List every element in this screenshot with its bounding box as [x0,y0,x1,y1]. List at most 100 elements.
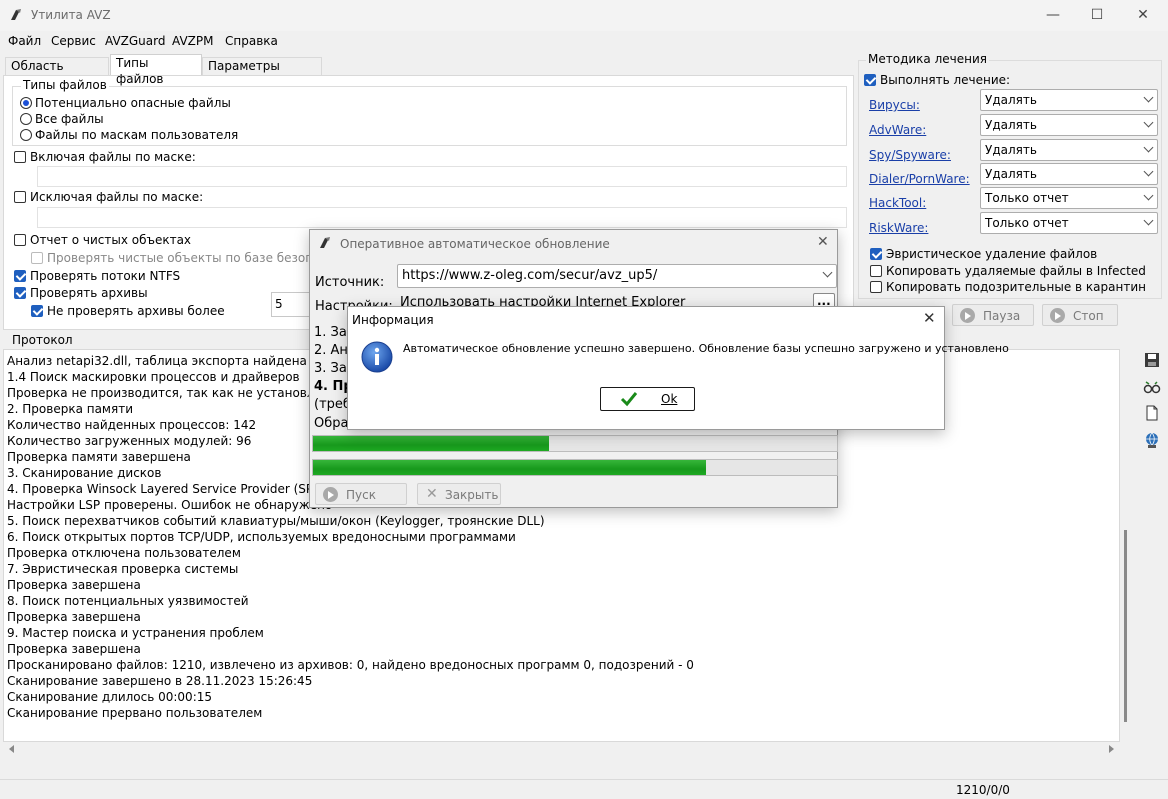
status-counts: 1210/0/0 [956,783,1010,797]
log-line: Сканирование прервано пользователем [7,706,263,720]
source-select[interactable]: https://www.z-oleg.com/secur/avz_up5/ [397,264,837,288]
dialer-action-select[interactable]: Удалять [980,163,1158,185]
chevron-down-icon [1143,117,1154,128]
log-line: 9. Мастер поиска и устранения проблем [7,626,264,640]
log-line: Проверка отключена пользователем [7,546,241,560]
tab-file-types[interactable]: Типы файлов [110,54,202,86]
hacktool-action-select[interactable]: Только отчет [980,187,1158,209]
view-icon[interactable] [1143,378,1161,396]
log-line: Проверка завершена [7,610,141,624]
copy-suspicious-checkbox[interactable] [870,281,882,293]
archives-checkbox[interactable] [14,287,26,299]
close-x-icon: ✕ [426,486,438,502]
check-clean-db-label: Проверять чистые объекты по базе безопас… [47,251,352,265]
file-types-legend: Типы файлов [21,78,109,92]
radio-potentially-dangerous[interactable] [20,97,32,109]
start-button[interactable]: Пуск [315,483,407,505]
play-icon [323,487,338,502]
ntfs-streams-checkbox[interactable] [14,270,26,282]
log-line: 5. Поиск перехватчиков событий клавиатур… [7,514,545,528]
pause-button[interactable]: Пауза [952,304,1034,326]
log-vertical-scrollbar[interactable] [1124,530,1127,722]
skip-archives-size-input[interactable]: 5 [271,292,311,317]
avz-main-window: Утилита AVZ — ☐ ✕ Файл Сервис AVZGuard A… [0,0,1168,799]
menu-bar: Файл Сервис AVZGuard AVZPM Справка [0,31,1168,51]
perform-treatment-checkbox[interactable] [864,74,876,86]
info-dialog: Информация ✕ Автоматическое обновление у… [347,306,1009,430]
treatment-legend: Методика лечения [866,52,989,66]
title-bar: Утилита AVZ — ☐ ✕ [0,0,1168,31]
update-dialog-title: Оперативное автоматическое обновление [340,237,610,251]
viruses-action-select[interactable]: Удалять [980,89,1158,111]
log-line: Сканирование завершено в 28.11.2023 15:2… [7,674,313,688]
radio-label-user-masks: Файлы по маскам пользователя [35,128,239,142]
include-mask-checkbox[interactable] [14,151,26,163]
info-message: Автоматическое обновление успешно заверш… [403,342,1009,355]
progress-bar-2 [312,459,838,476]
skip-archives-checkbox[interactable] [31,305,43,317]
include-mask-input[interactable] [37,166,847,187]
dialer-link[interactable]: Dialer/PornWare: [869,172,970,186]
log-line: Количество загруженных модулей: 96 [7,434,252,448]
progress-bar-1 [312,435,838,452]
copy-deleted-checkbox[interactable] [870,265,882,277]
exclude-mask-checkbox[interactable] [14,191,26,203]
info-dialog-close-icon[interactable]: ✕ [923,309,936,327]
close-window-button[interactable]: ✕ [1123,4,1163,26]
info-icon [361,341,393,373]
log-line: Анализ netapi32.dll, таблица экспорта на… [7,354,329,368]
chevron-down-icon [1143,92,1154,103]
save-log-icon[interactable] [1143,351,1161,369]
hacktool-link[interactable]: HackTool: [869,196,926,210]
tab-search-params[interactable]: Параметры поиска [202,57,322,89]
radio-all-files[interactable] [20,113,32,125]
menu-service[interactable]: Сервис [51,34,96,48]
menu-help[interactable]: Справка [225,34,278,48]
progress-fill [313,436,549,451]
scroll-right-icon[interactable] [1106,744,1116,754]
network-globe-icon[interactable] [1143,431,1161,449]
radio-user-masks[interactable] [20,129,32,141]
adware-link[interactable]: AdvWare: [869,123,926,137]
viruses-link[interactable]: Вирусы: [869,98,920,112]
maximize-button[interactable]: ☐ [1077,4,1117,26]
spyware-action-select[interactable]: Удалять [980,139,1158,161]
update-dialog-close-icon[interactable]: ✕ [817,234,829,250]
riskware-link[interactable]: RiskWare: [869,221,928,235]
minimize-button[interactable]: — [1033,4,1073,26]
chevron-down-icon [1143,215,1154,226]
exclude-mask-input[interactable] [37,207,847,228]
document-icon[interactable] [1143,404,1161,422]
log-line: Сканирование длилось 00:00:15 [7,690,213,704]
log-line: 3. Сканирование дисков [7,466,162,480]
clean-report-checkbox[interactable] [14,234,26,246]
adware-action-select[interactable]: Удалять [980,114,1158,136]
log-line: Количество найденных процессов: 142 [7,418,257,432]
avz-app-icon [320,237,330,248]
log-line: 1.4 Поиск маскировки процессов и драйвер… [7,370,300,384]
ok-button[interactable]: Ok [600,387,695,411]
chevron-down-icon [1143,166,1154,177]
menu-avzguard[interactable]: AVZGuard [105,34,165,48]
stop-icon [1050,308,1065,323]
menu-avzpm[interactable]: AVZPM [172,34,213,48]
archives-label: Проверять архивы [30,286,148,300]
spyware-link[interactable]: Spy/Spyware: [869,148,951,162]
check-clean-db-checkbox[interactable] [31,252,43,264]
log-line: Проверка памяти завершена [7,450,191,464]
heuristic-delete-checkbox[interactable] [870,248,882,260]
log-line: 6. Поиск открытых портов TCP/UDP, исполь… [7,530,516,544]
ntfs-streams-label: Проверять потоки NTFS [30,269,181,283]
riskware-action-select[interactable]: Только отчет [980,212,1158,234]
stop-button[interactable]: Стоп [1042,304,1118,326]
exclude-mask-label: Исключая файлы по маске: [30,190,204,204]
copy-deleted-label: Копировать удаляемые файлы в Infected [886,264,1146,278]
avz-app-icon [11,9,21,20]
menu-file[interactable]: Файл [8,34,41,48]
scroll-left-icon[interactable] [7,744,17,754]
include-mask-label: Включая файлы по маске: [30,150,196,164]
log-line: 8. Поиск потенциальных уязвимостей [7,594,249,608]
tab-search-area[interactable]: Область поиска [5,57,109,89]
close-dialog-button[interactable]: ✕ Закрыть [417,483,501,505]
chevron-down-icon [1143,190,1154,201]
